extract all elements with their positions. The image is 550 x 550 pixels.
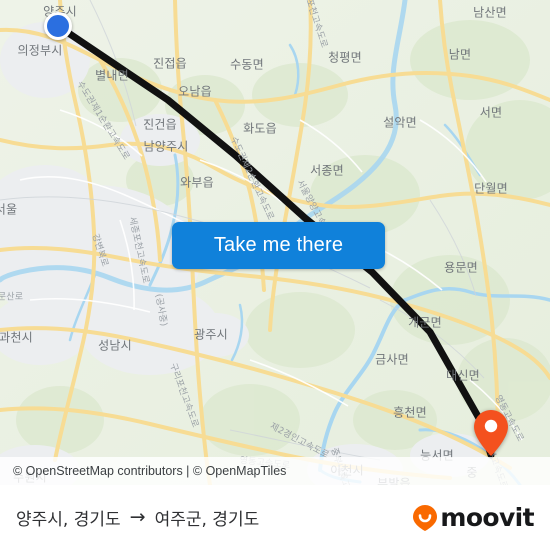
pin-icon: [474, 410, 508, 456]
moovit-pin-icon: [413, 504, 438, 531]
footer-origin: 양주시, 경기도: [16, 510, 121, 530]
moovit-logo[interactable]: moovit: [413, 503, 535, 532]
moovit-wordmark: moovit: [440, 503, 534, 532]
destination-marker[interactable]: [474, 410, 508, 461]
footer-bar: 양주시, 경기도 → 여주군, 경기도 moovit: [0, 485, 550, 550]
map-page: 양주시의정부시별내면진접읍진건읍남양주시와부읍수동면오남읍화도읍청평면남산면남면…: [0, 0, 550, 550]
attribution-text[interactable]: © OpenStreetMap contributors | © OpenMap…: [0, 464, 286, 478]
footer-destination: 여주군, 경기도: [154, 510, 260, 530]
attribution-bar: © OpenStreetMap contributors | © OpenMap…: [0, 457, 550, 485]
origin-marker[interactable]: [44, 12, 72, 40]
route-summary: 양주시, 경기도 → 여주군, 경기도: [16, 505, 260, 531]
take-me-there-button[interactable]: Take me there: [172, 222, 385, 269]
arrow-right-icon: →: [129, 506, 146, 528]
map-canvas[interactable]: 양주시의정부시별내면진접읍진건읍남양주시와부읍수동면오남읍화도읍청평면남산면남면…: [0, 0, 550, 485]
